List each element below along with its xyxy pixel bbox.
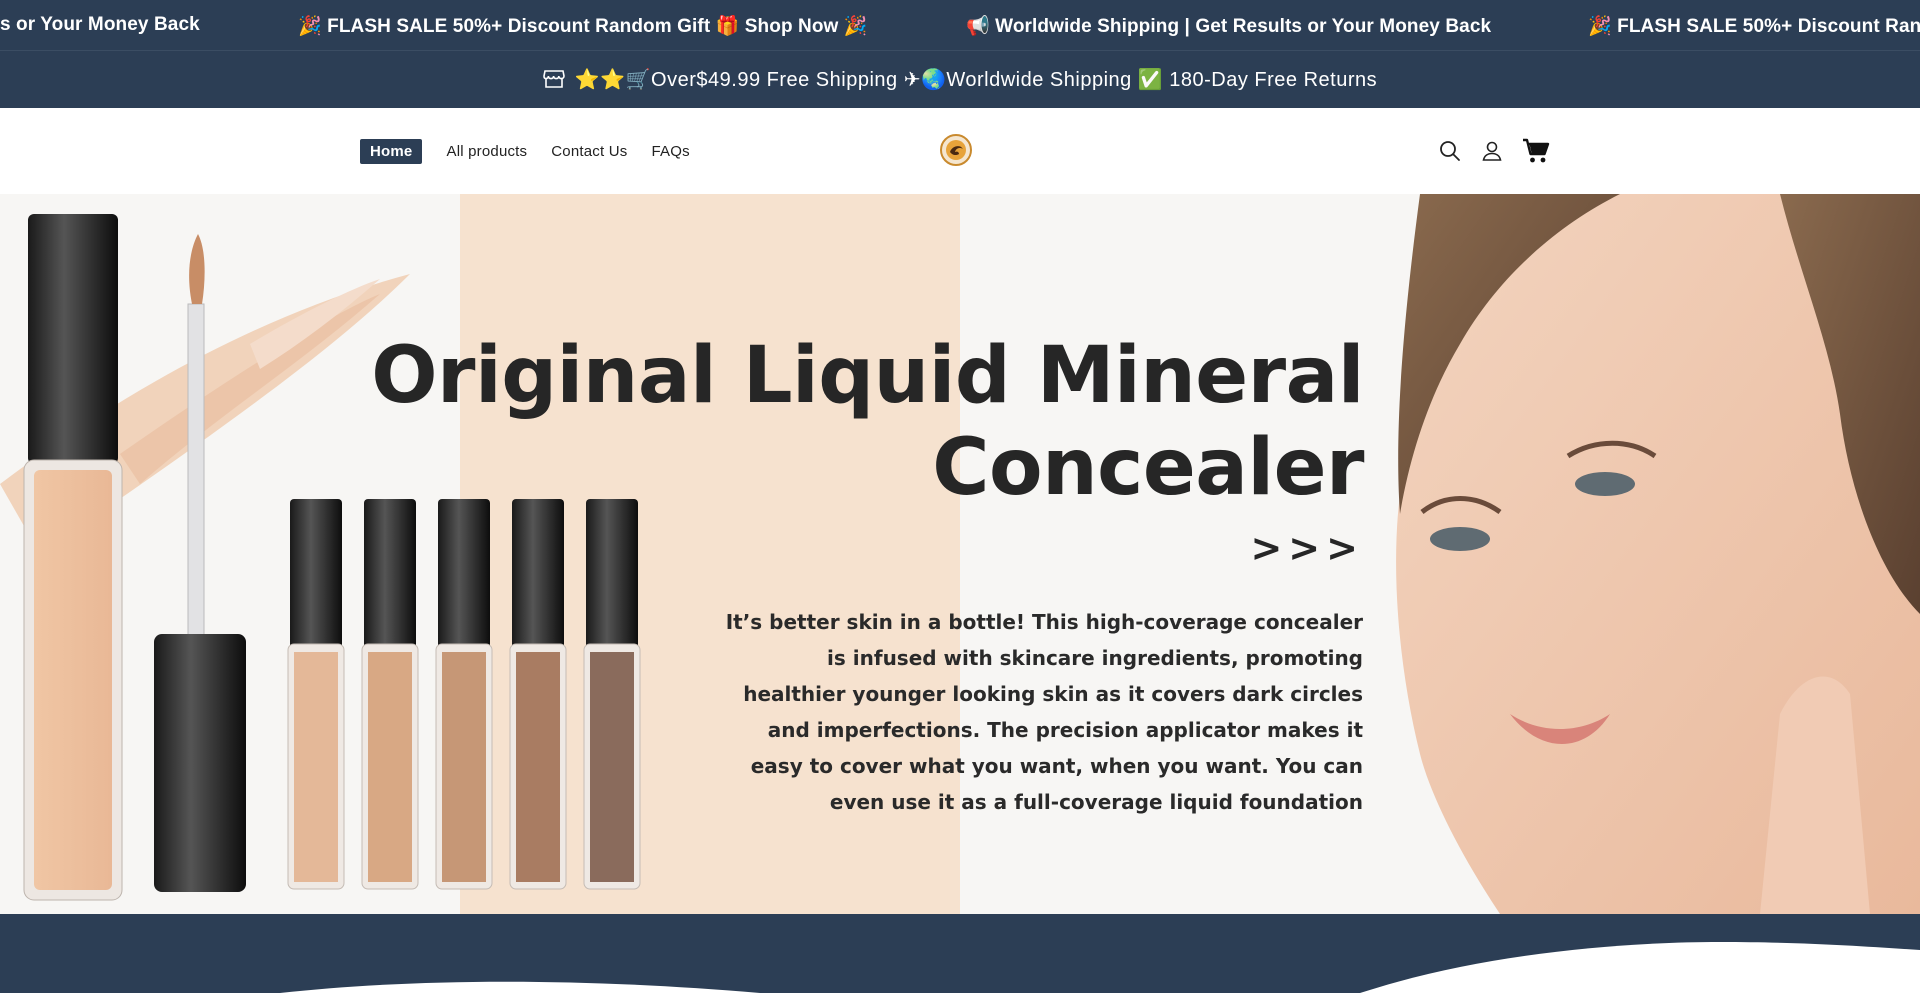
marquee-item[interactable]: 🎉 FLASH SALE 50%+ Discount Random Gift 🎁… xyxy=(298,14,868,38)
nav-all-products[interactable]: All products xyxy=(446,143,527,160)
marquee-item[interactable]: 📢 Worldwide Shipping | Get Results or Yo… xyxy=(966,14,1491,38)
main-nav: Home All products Contact Us FAQs xyxy=(360,139,714,164)
announcement-bar: ⭐⭐🛒Over$49.99 Free Shipping ✈🌏Worldwide … xyxy=(0,50,1920,109)
hero-title: Original Liquid Mineral Concealer xyxy=(371,330,1364,514)
shade-tubes xyxy=(287,499,641,890)
hero-title-line1: Original Liquid Mineral xyxy=(371,331,1364,421)
nav-faqs[interactable]: FAQs xyxy=(651,143,689,160)
cart-icon[interactable] xyxy=(1522,138,1550,164)
marquee-item[interactable]: 🎉 FLASH SALE 50%+ Discount Ran xyxy=(1588,14,1920,38)
nav-home[interactable]: Home xyxy=(360,139,423,164)
hero-banner[interactable]: Original Liquid Mineral Concealer >>> It… xyxy=(0,194,1920,914)
wave-shape xyxy=(280,942,1920,993)
account-icon[interactable] xyxy=(1480,139,1504,163)
announcement-text: ⭐⭐🛒Over$49.99 Free Shipping ✈🌏Worldwide … xyxy=(574,69,1378,91)
section-divider xyxy=(0,914,1920,993)
store-icon xyxy=(543,69,565,95)
marquee-item[interactable]: s or Your Money Back xyxy=(0,14,200,36)
site-header: Home All products Contact Us FAQs xyxy=(0,108,1920,195)
store-logo[interactable] xyxy=(940,134,972,166)
search-icon[interactable] xyxy=(1438,139,1462,163)
nav-contact-us[interactable]: Contact Us xyxy=(551,143,627,160)
hero-title-line2: Concealer xyxy=(932,423,1364,513)
marquee-bar: s or Your Money Back 🎉 FLASH SALE 50%+ D… xyxy=(0,0,1920,50)
header-icons xyxy=(1438,138,1568,164)
hero-description: It’s better skin in a bottle! This high-… xyxy=(725,610,1363,814)
hero-arrows: >>> xyxy=(1250,526,1364,570)
